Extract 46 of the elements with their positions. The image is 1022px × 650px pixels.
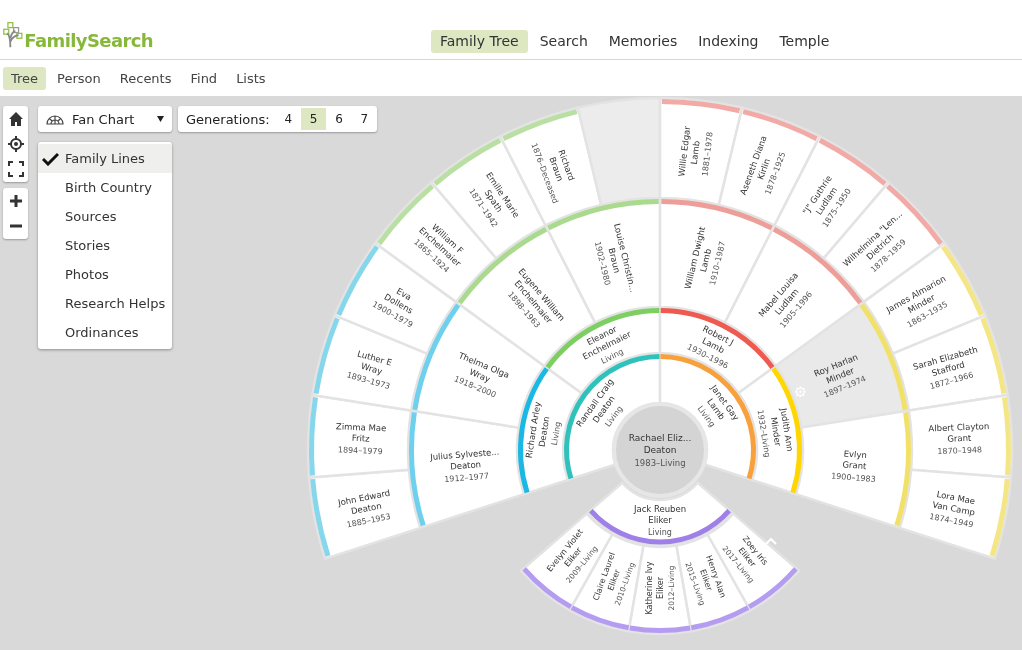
person-dates: Living (648, 527, 672, 537)
subnav-tab[interactable]: Lists (228, 66, 274, 90)
generation-option[interactable]: 5 (301, 108, 327, 130)
menu-item[interactable]: Family Lines (38, 144, 172, 173)
nav-tab[interactable]: Search (530, 30, 597, 53)
person-dates: 1983–Living (634, 458, 686, 468)
person-name: Willie Edgar Lamb (676, 125, 702, 177)
menu-item[interactable]: Birth Country (38, 173, 172, 202)
person-name: Rachael Eliz... Deaton (628, 433, 692, 455)
subnav-tab[interactable]: Person (49, 66, 109, 90)
caret-icon (157, 116, 164, 122)
menu-item[interactable]: Research Helps (38, 289, 172, 318)
subnav-tab[interactable]: Tree (3, 66, 47, 90)
generation-option[interactable]: 6 (326, 108, 352, 130)
person-name: Albert Clayton Grant (928, 421, 990, 444)
person-name: Zimma Mae Fritz (335, 421, 387, 444)
generations-label: Generations: (186, 111, 270, 127)
person-dates: 1900–1983 (830, 471, 877, 484)
chart-type-dropdown[interactable]: Fan Chart (38, 106, 172, 132)
menu-item[interactable]: Stories (38, 231, 172, 260)
person-dates: 1870–1948 (937, 445, 983, 457)
nav-tab[interactable]: Indexing (689, 30, 768, 53)
person-dates: 1894–1979 (337, 445, 383, 457)
person-name: Evlyn Grant (842, 448, 868, 472)
fullscreen-icon[interactable] (6, 159, 25, 179)
generation-option[interactable]: 4 (275, 108, 301, 130)
person-name: Julius Sylveste... Deaton (429, 446, 500, 472)
subnav-tab[interactable]: Recents (111, 66, 180, 90)
subnav-tab[interactable]: Find (182, 66, 226, 90)
nav-tab[interactable]: Temple (770, 30, 839, 53)
nav-tab[interactable]: Family Tree (431, 30, 528, 53)
fan-chart-icon (46, 113, 64, 125)
nav-tab[interactable]: Memories (599, 30, 687, 53)
generation-option[interactable]: 7 (351, 108, 377, 130)
person-dates: 1881–1978 (700, 131, 715, 177)
menu-item[interactable]: Photos (38, 260, 172, 289)
person-name: Jack Reuben Eliker (633, 503, 687, 525)
menu-item[interactable]: Ordinances (38, 318, 172, 347)
locate-icon[interactable] (6, 134, 25, 154)
person-name: Katherine Ivy Eliker (645, 561, 665, 615)
check-icon (42, 151, 59, 166)
person-dates: 1912–1977 (443, 471, 490, 484)
dots-icon[interactable] (795, 386, 806, 398)
person-dates: Living (549, 421, 563, 447)
menu-item[interactable]: Sources (38, 202, 172, 231)
person-name: Richard Arley Deaton (523, 401, 552, 459)
